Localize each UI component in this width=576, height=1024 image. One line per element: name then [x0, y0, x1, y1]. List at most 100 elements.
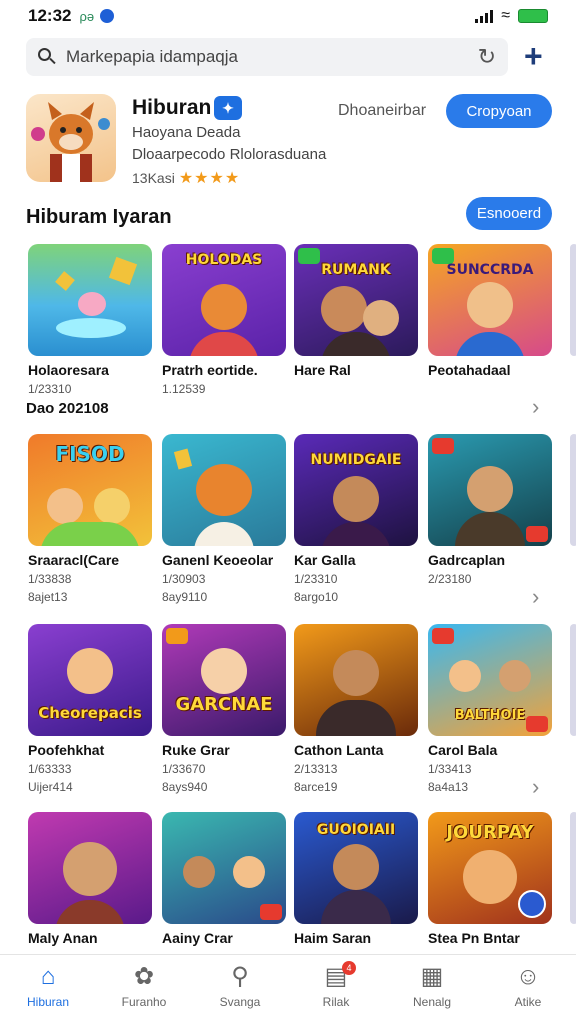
corner-badge	[526, 526, 548, 542]
nav-item-atike[interactable]: ☺ Atike	[480, 955, 576, 1024]
featured-app[interactable]: Hiburan ✦ Haoyana Deada Dloaarpecodo Rlo…	[26, 94, 552, 187]
game-thumbnail[interactable]: FISOD	[28, 434, 152, 546]
featured-app-meta: 13Kasi ★★★★	[132, 168, 240, 188]
character-icon	[196, 464, 252, 516]
game-title: Holaoresara	[28, 362, 109, 378]
game-card[interactable]: FISOD Sraaracl(Care 1/33838 8ajet13	[28, 434, 152, 604]
nav-item-nenalg[interactable]: ▦ Nenalg	[384, 955, 480, 1024]
game-title: Peotahadaal	[428, 362, 511, 378]
game-thumbnail[interactable]: JOURPAY	[428, 812, 552, 924]
section-see-all-button[interactable]: Esnooerd	[466, 197, 552, 230]
game-thumbnail[interactable]: SUNCCRDA	[428, 244, 552, 356]
game-card[interactable]: HOLODAS Pratrh eortide. 1.12539	[162, 244, 286, 396]
game-row: FISOD Sraaracl(Care 1/33838 8ajet13 Gane…	[0, 434, 576, 614]
game-card[interactable]: Holaoresara 1/23310	[28, 244, 152, 396]
game-title: Aainy Crar	[162, 930, 233, 946]
game-thumbnail[interactable]: Cheorepacis	[28, 624, 152, 736]
chevron-right-icon[interactable]: ›	[532, 774, 539, 800]
featured-app-title: Hiburan	[132, 96, 212, 119]
game-thumbnail[interactable]: HOLODAS	[162, 244, 286, 356]
section-title: Hiburam Iyaran	[26, 206, 172, 228]
game-title: Pratrh eortide.	[162, 362, 258, 378]
game-row: Cheorepacis Poofehkhat 1/63333 Uijer414 …	[0, 624, 576, 804]
game-card[interactable]: GARCNAE Ruke Grar 1/33670 8ays940	[162, 624, 286, 794]
character-icon	[320, 286, 367, 332]
corner-badge	[166, 628, 188, 644]
game-thumbnail-text: GARCNAE	[175, 694, 273, 715]
game-thumbnail-text: BALTHOIE	[454, 708, 526, 723]
game-card[interactable]: BALTHOIE Carol Bala 1/33413 8a4a13	[428, 624, 552, 794]
game-thumbnail-text: GUOIOIAII	[316, 822, 396, 838]
nav-item-furanho[interactable]: ✿ Furanho	[96, 955, 192, 1024]
battery-icon	[518, 9, 548, 23]
search-bar[interactable]: Markeрapia idampaqja ↻	[26, 38, 508, 76]
game-thumbnail[interactable]	[162, 434, 286, 546]
add-icon[interactable]: +	[524, 40, 543, 72]
game-stat: Uijer414	[28, 780, 73, 794]
featured-app-developer: Haoyana Deada	[132, 124, 241, 141]
search-input[interactable]: Markeрapia idampaqja	[66, 47, 478, 67]
game-card[interactable]: Aainy Crar	[162, 812, 286, 946]
game-thumbnail[interactable]: BALTHOIE	[428, 624, 552, 736]
game-card[interactable]: Gadrcaplan 2/23180	[428, 434, 552, 586]
game-thumbnail[interactable]	[294, 624, 418, 736]
character-icon	[362, 300, 399, 336]
character-body	[55, 900, 125, 924]
game-thumbnail[interactable]	[162, 812, 286, 924]
featured-app-icon[interactable]	[26, 94, 116, 182]
game-thumbnail[interactable]	[28, 812, 152, 924]
verified-badge-icon: ✦	[214, 96, 242, 120]
row-subtitle: Dao 202108	[26, 400, 109, 417]
nav-item-rilak[interactable]: ▤ 4 Rilak	[288, 955, 384, 1024]
character-icon	[467, 282, 513, 328]
game-card[interactable]: Maly Anan	[28, 812, 152, 946]
game-thumbnail[interactable]: GUOIOIAII	[294, 812, 418, 924]
game-card[interactable]: JOURPAY Stea Pn Bntar	[428, 812, 552, 946]
character-icon	[333, 476, 379, 522]
game-thumbnail-text: SUNCCRDA	[446, 262, 534, 278]
nav-label: Nenalg	[412, 995, 452, 1009]
chevron-right-icon[interactable]: ›	[532, 584, 539, 610]
search-icon: ⚲	[231, 963, 249, 990]
game-card[interactable]: SUNCCRDA Peotahadaal	[428, 244, 552, 378]
game-thumbnail[interactable]: GARCNAE	[162, 624, 286, 736]
character-icon	[333, 844, 379, 890]
game-thumbnail[interactable]: RUMANK	[294, 244, 418, 356]
featured-app-category: Dloaarpecodo Rlolorasduana	[132, 146, 327, 163]
game-thumbnail-text: RUMANK	[321, 262, 391, 278]
game-stat: 8ays940	[162, 780, 208, 794]
game-title: Sraaracl(Care	[28, 552, 120, 568]
featured-app-button[interactable]: Cropyoan	[446, 94, 552, 128]
corner-badge	[432, 438, 454, 454]
character-body	[321, 890, 391, 924]
game-stat: 8arce19	[294, 780, 338, 794]
game-card[interactable]: GUOIOIAII Haim Saran	[294, 812, 418, 946]
game-title: Haim Saran	[294, 930, 372, 946]
status-extra: ρə	[79, 8, 95, 24]
character-icon	[463, 850, 517, 904]
game-stat: 1.12539	[162, 382, 206, 396]
nav-item-hiburan[interactable]: ⌂ Hiburan	[0, 955, 96, 1024]
game-thumbnail[interactable]	[28, 244, 152, 356]
game-card[interactable]: Cheorepacis Poofehkhat 1/63333 Uijer414	[28, 624, 152, 794]
rating-stars-icon: ★★★★	[178, 170, 241, 187]
game-card[interactable]: Cathon Lanta 2/13313 8arce19	[294, 624, 418, 794]
nav-item-svanga[interactable]: ⚲ Svanga	[192, 955, 288, 1024]
character-icon	[232, 856, 265, 888]
character-icon	[333, 650, 379, 696]
game-stat: 1/33838	[28, 572, 72, 586]
game-card[interactable]: RUMANK Hare Ral	[294, 244, 418, 378]
character-icon	[94, 488, 131, 524]
game-title: Carol Bala	[428, 742, 498, 758]
game-stat: 1/33670	[162, 762, 206, 776]
chevron-right-icon[interactable]: ›	[532, 394, 539, 420]
game-card[interactable]: Ganenl Keoeolar 1/30903 8ay9110	[162, 434, 286, 604]
game-stat: 8ajet13	[28, 590, 68, 604]
character-icon	[467, 466, 513, 512]
refresh-icon[interactable]: ↻	[478, 44, 496, 70]
game-card[interactable]: NUMIDGAIE Kar Galla 1/23310 8argo10	[294, 434, 418, 604]
game-thumbnail[interactable]	[428, 434, 552, 546]
game-thumbnail[interactable]: NUMIDGAIE	[294, 434, 418, 546]
character-icon	[63, 842, 117, 896]
character-body	[321, 522, 391, 546]
